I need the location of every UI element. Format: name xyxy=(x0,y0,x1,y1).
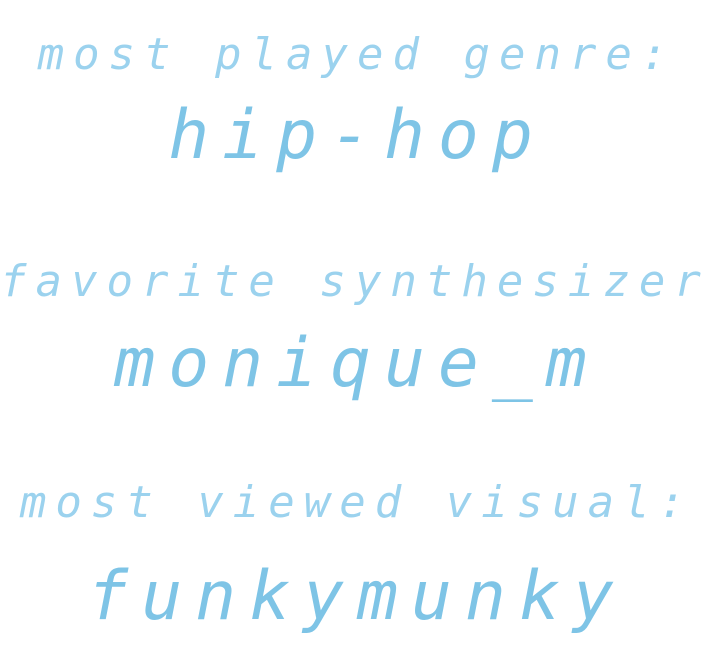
stats-panel: most played genre: hip-hop favorite synt… xyxy=(0,0,714,658)
favorite-synthesizer-label: favorite synthesizer: xyxy=(0,256,714,307)
favorite-synthesizer-value: monique_m xyxy=(114,324,600,403)
most-played-genre-label: most played genre: xyxy=(37,29,677,80)
most-viewed-visual-value: funkymunky xyxy=(87,557,627,636)
most-viewed-visual-label: most viewed visual: xyxy=(19,477,695,528)
most-played-genre-value: hip-hop xyxy=(168,96,546,175)
